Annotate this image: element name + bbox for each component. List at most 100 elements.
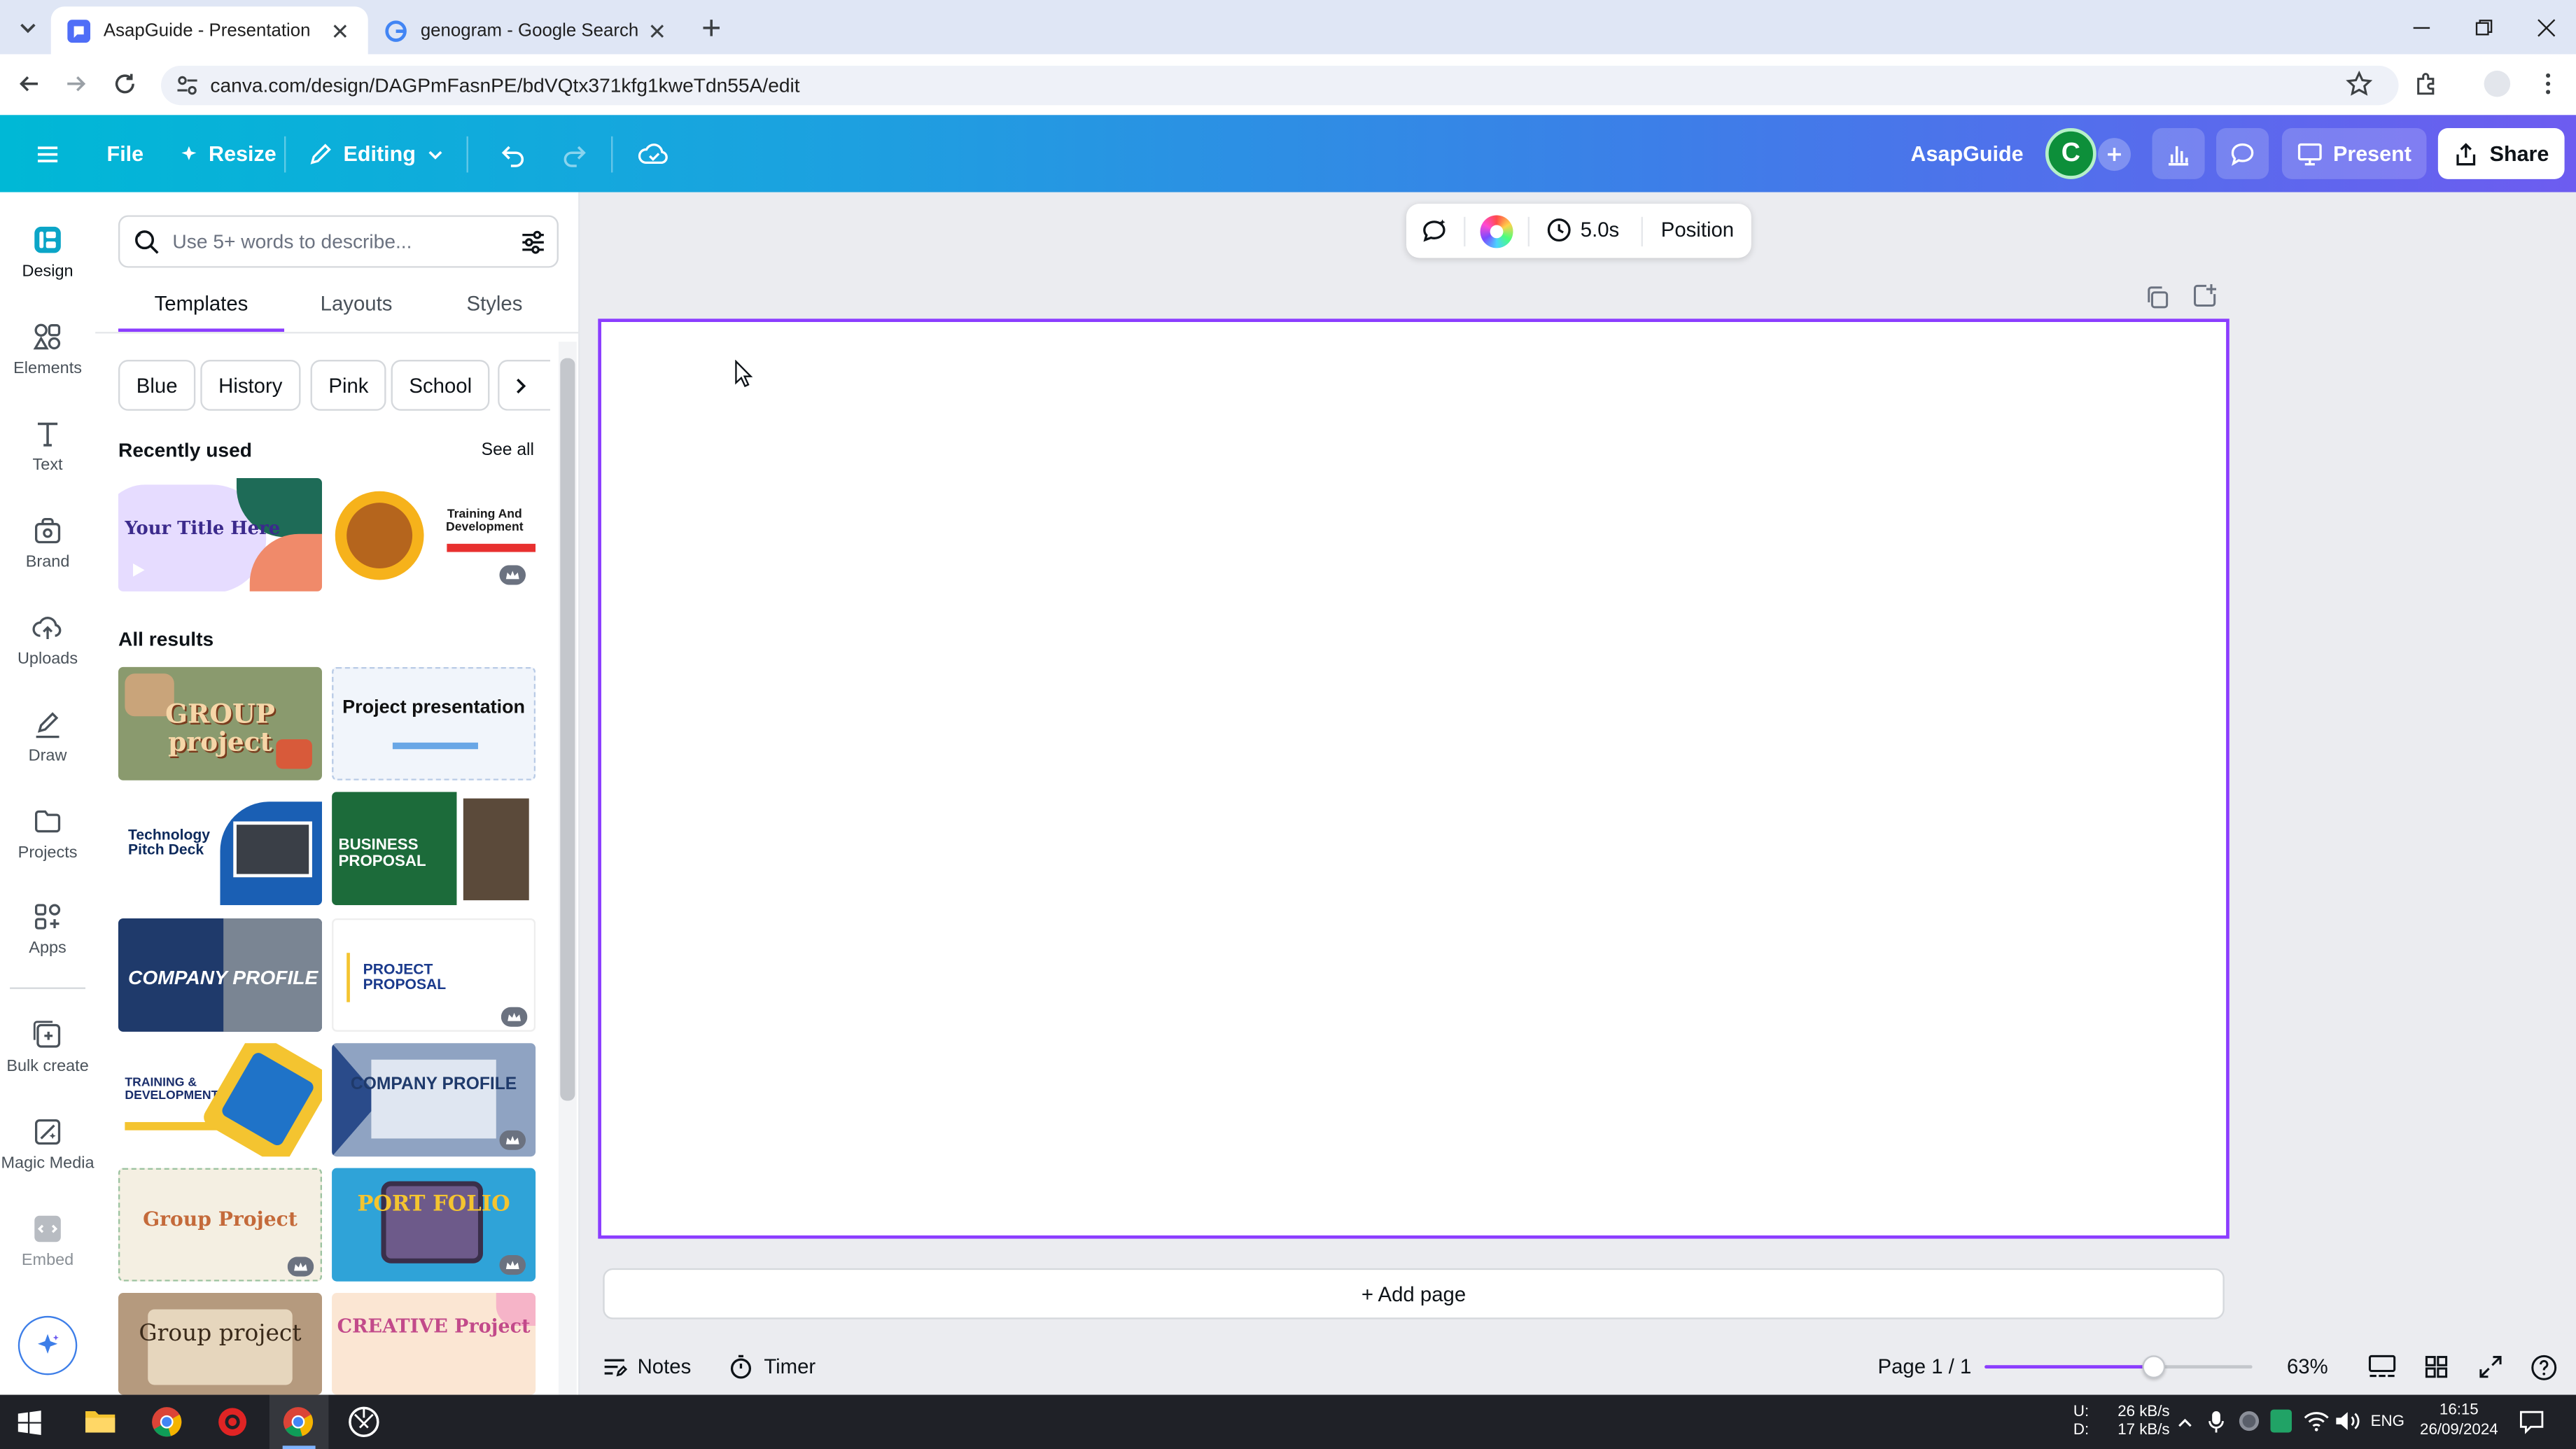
restore-button[interactable] bbox=[2453, 0, 2515, 54]
address-bar[interactable]: canva.com/design/DAGPmFasnPE/bdVQtx371kf… bbox=[161, 65, 2399, 106]
chrome-menu-button[interactable] bbox=[2535, 71, 2561, 97]
resize-button[interactable]: Resize bbox=[169, 128, 286, 179]
bookmark-star-button[interactable] bbox=[2346, 70, 2372, 97]
duplicate-page-button[interactable] bbox=[2144, 284, 2171, 311]
tab-templates[interactable]: Templates bbox=[155, 293, 248, 316]
zoom-percentage[interactable]: 63% bbox=[2287, 1355, 2328, 1378]
duration-button[interactable]: 5.0s bbox=[1546, 217, 1619, 244]
volume-tray-icon[interactable] bbox=[2334, 1410, 2361, 1433]
save-status-button[interactable] bbox=[628, 128, 680, 179]
tab-styles[interactable]: Styles bbox=[467, 293, 523, 316]
template-thumbnail[interactable]: TRAINING & DEVELOPMENT bbox=[118, 1043, 323, 1157]
profile-avatar[interactable] bbox=[2484, 70, 2511, 97]
template-thumbnail[interactable]: Group Project bbox=[118, 1168, 323, 1282]
notifications-button[interactable] bbox=[2519, 1410, 2545, 1434]
template-thumbnail[interactable]: COMPANY PROFILE bbox=[118, 918, 323, 1032]
rail-item-elements[interactable]: Elements bbox=[0, 321, 95, 378]
timer-button[interactable]: Timer bbox=[728, 1354, 816, 1380]
browser-tab[interactable]: genogram - Google Search bbox=[368, 6, 685, 54]
template-thumbnail[interactable]: Your Title Here bbox=[118, 477, 323, 592]
page-view-button[interactable] bbox=[2367, 1354, 2397, 1380]
close-tab-icon[interactable] bbox=[645, 19, 668, 42]
panel-scrollbar-thumb[interactable] bbox=[560, 358, 575, 1101]
help-button[interactable] bbox=[2530, 1354, 2558, 1382]
magic-animate-button[interactable] bbox=[1416, 214, 1452, 250]
template-thumbnail[interactable]: Technology Pitch Deck bbox=[118, 792, 323, 906]
template-thumbnail[interactable]: COMPANY PROFILE bbox=[332, 1043, 536, 1157]
template-search-input[interactable]: Use 5+ words to describe... bbox=[118, 215, 559, 268]
rail-item-design[interactable]: Design bbox=[0, 223, 95, 281]
file-explorer-taskbar-button[interactable] bbox=[84, 1406, 117, 1436]
new-tab-button[interactable] bbox=[696, 13, 726, 43]
filter-chip[interactable]: History bbox=[200, 359, 301, 411]
template-thumbnail[interactable]: Training And Development bbox=[332, 477, 536, 592]
chrome-taskbar-button[interactable] bbox=[151, 1406, 183, 1438]
present-button[interactable]: Present bbox=[2281, 128, 2427, 179]
fullscreen-button[interactable] bbox=[2477, 1354, 2504, 1380]
rail-item-brand[interactable]: Brand bbox=[0, 514, 95, 572]
start-button[interactable] bbox=[16, 1410, 43, 1436]
editing-mode-dropdown[interactable]: Editing bbox=[298, 128, 455, 179]
main-menu-button[interactable] bbox=[23, 128, 72, 179]
chrome-active-taskbar-button[interactable] bbox=[269, 1394, 329, 1449]
invite-button[interactable] bbox=[2098, 138, 2131, 172]
template-thumbnail[interactable]: GROUP project bbox=[118, 666, 323, 780]
chips-next-button[interactable] bbox=[498, 359, 551, 411]
template-thumbnail[interactable]: Project presentation bbox=[332, 666, 536, 780]
magic-assistant-button[interactable] bbox=[18, 1315, 78, 1376]
back-button[interactable] bbox=[16, 71, 43, 97]
rail-item-apps[interactable]: Apps bbox=[0, 900, 95, 958]
template-thumbnail[interactable]: PROJECT PROPOSAL bbox=[332, 918, 536, 1032]
show-hidden-icons-button[interactable] bbox=[2175, 1413, 2194, 1432]
notes-button[interactable]: Notes bbox=[601, 1354, 691, 1380]
page-indicator[interactable]: Page 1 / 1 bbox=[1878, 1355, 1972, 1378]
rail-item-magic-media[interactable]: Magic Media bbox=[0, 1116, 95, 1173]
zoom-slider-track[interactable] bbox=[1984, 1365, 2253, 1369]
add-page-icon-button[interactable] bbox=[2192, 283, 2218, 309]
extensions-button[interactable] bbox=[2414, 71, 2440, 97]
comments-button[interactable] bbox=[2216, 128, 2269, 179]
insights-button[interactable] bbox=[2152, 128, 2205, 179]
rail-item-text[interactable]: Text bbox=[0, 417, 95, 475]
filter-chip[interactable]: School bbox=[391, 359, 490, 411]
tray-app-icon[interactable] bbox=[2270, 1409, 2292, 1433]
tab-layouts[interactable]: Layouts bbox=[321, 293, 393, 316]
minimize-button[interactable] bbox=[2390, 0, 2453, 54]
position-button[interactable]: Position bbox=[1661, 218, 1734, 241]
filter-icon[interactable] bbox=[519, 228, 547, 256]
microphone-tray-icon[interactable] bbox=[2206, 1410, 2226, 1434]
recorder-taskbar-button[interactable] bbox=[217, 1406, 248, 1438]
template-thumbnail[interactable]: Group project bbox=[118, 1293, 323, 1395]
close-window-button[interactable] bbox=[2515, 0, 2576, 54]
undo-button[interactable] bbox=[488, 128, 537, 179]
see-all-link[interactable]: See all bbox=[482, 440, 534, 460]
share-button[interactable]: Share bbox=[2437, 128, 2565, 179]
rail-item-projects[interactable]: Projects bbox=[0, 805, 95, 862]
tray-app-icon[interactable] bbox=[2239, 1411, 2260, 1432]
filter-chip[interactable]: Pink bbox=[310, 359, 387, 411]
forward-button[interactable] bbox=[62, 71, 89, 97]
template-thumbnail[interactable]: PORT FOLIO bbox=[332, 1168, 536, 1282]
grid-view-button[interactable] bbox=[2423, 1354, 2450, 1380]
add-page-button[interactable]: + Add page bbox=[603, 1268, 2225, 1320]
zoom-slider-thumb[interactable] bbox=[2141, 1355, 2165, 1379]
template-thumbnail[interactable]: CREATIVE Project bbox=[332, 1293, 536, 1395]
collaborator-avatar[interactable]: C bbox=[2045, 128, 2096, 179]
redo-button[interactable] bbox=[550, 128, 599, 179]
slide-canvas[interactable] bbox=[598, 318, 2230, 1239]
background-color-button[interactable] bbox=[1480, 215, 1513, 248]
filter-chip[interactable]: Blue bbox=[118, 359, 196, 411]
browser-tab-active[interactable]: AsapGuide - Presentation bbox=[50, 6, 368, 55]
wifi-tray-icon[interactable] bbox=[2303, 1410, 2330, 1433]
template-thumbnail[interactable]: BUSINESS PROPOSAL bbox=[332, 792, 536, 906]
language-indicator[interactable]: ENG bbox=[2371, 1413, 2404, 1431]
rail-item-embed[interactable]: Embed bbox=[0, 1212, 95, 1270]
tab-search-button[interactable] bbox=[13, 13, 43, 43]
design-title[interactable]: AsapGuide bbox=[1900, 128, 2033, 179]
file-menu-button[interactable]: File bbox=[97, 128, 153, 179]
rail-item-draw[interactable]: Draw bbox=[0, 708, 95, 766]
app-taskbar-button[interactable] bbox=[349, 1406, 380, 1438]
close-tab-icon[interactable] bbox=[328, 19, 351, 42]
reload-button[interactable] bbox=[112, 71, 139, 97]
clock[interactable]: 16:15 26/09/2024 bbox=[2420, 1401, 2498, 1441]
